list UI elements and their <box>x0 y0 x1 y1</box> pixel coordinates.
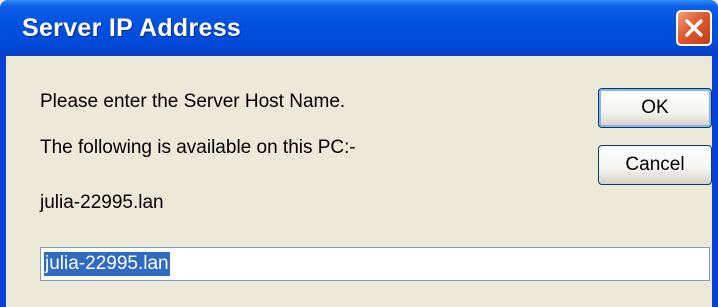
title-bar[interactable]: Server IP Address <box>0 0 718 56</box>
dialog-title: Server IP Address <box>22 14 242 42</box>
available-text: The following is available on this PC:- <box>40 137 356 158</box>
host-name-input[interactable]: julia-22995.lan <box>40 247 710 281</box>
ok-button[interactable]: OK <box>598 88 712 128</box>
dialog-body: Please enter the Server Host Name. The f… <box>6 56 712 307</box>
close-icon <box>685 19 703 37</box>
dialog-window: Server IP Address Please enter the Serve… <box>0 0 718 307</box>
selected-input-text: julia-22995.lan <box>44 252 170 276</box>
host-name-text: julia-22995.lan <box>40 192 164 213</box>
close-button[interactable] <box>676 10 712 46</box>
prompt-text: Please enter the Server Host Name. <box>40 91 346 112</box>
cancel-button[interactable]: Cancel <box>598 145 712 185</box>
